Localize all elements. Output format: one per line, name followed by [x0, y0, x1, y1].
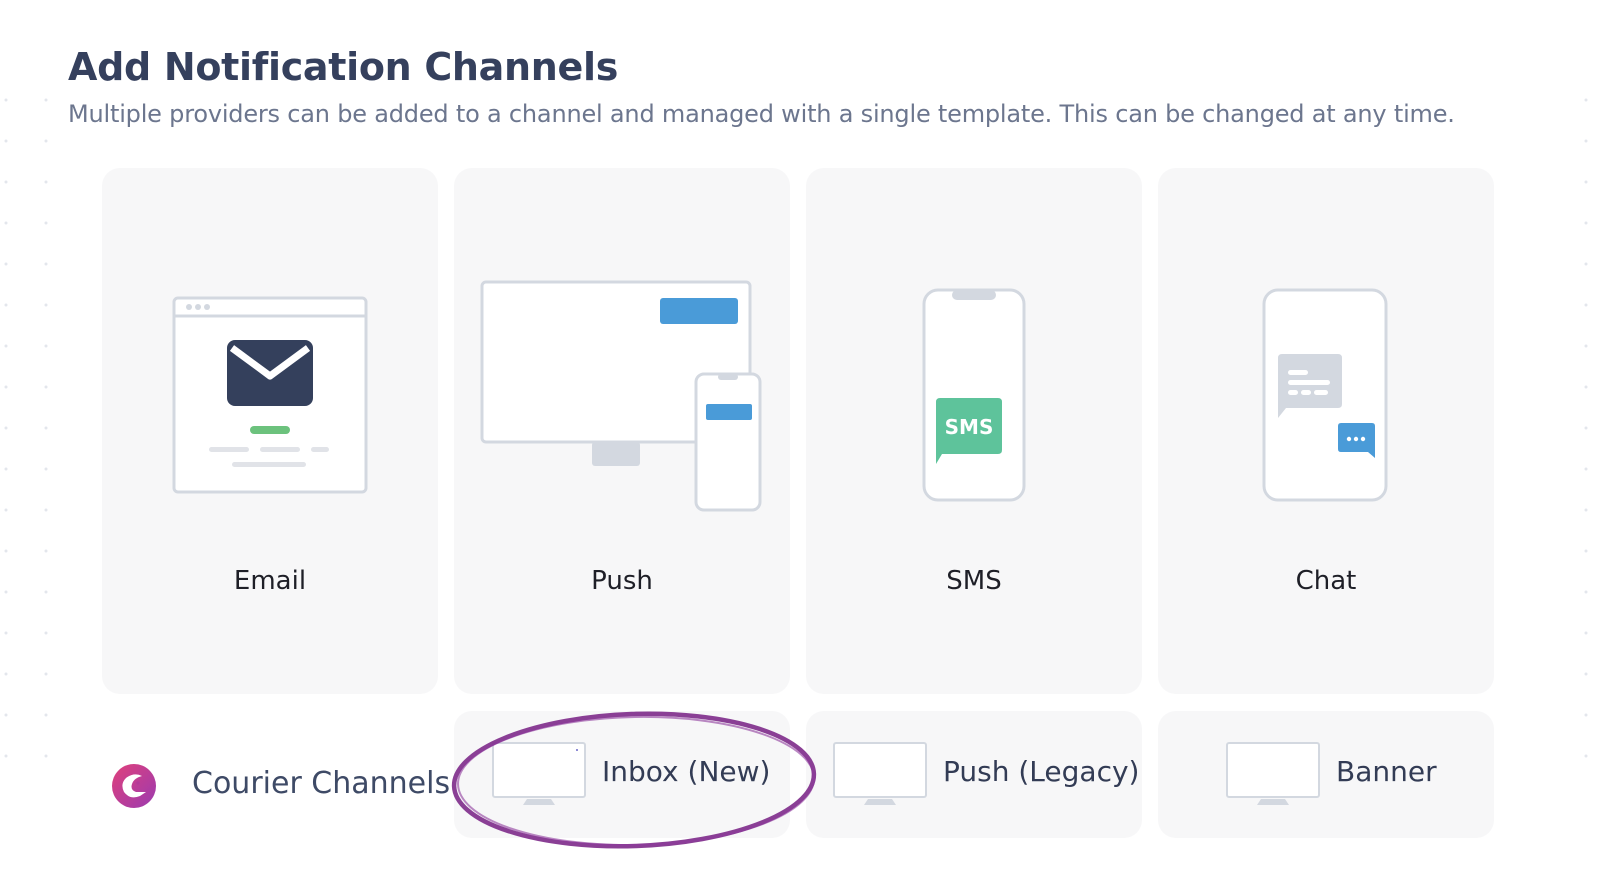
channel-label-chat: Chat	[1295, 566, 1357, 596]
courier-channels-label: Courier Channels	[192, 766, 451, 801]
dot-pattern-left	[0, 90, 60, 790]
channel-card-email[interactable]: Email	[102, 168, 438, 694]
chat-illustration-icon	[1262, 288, 1388, 502]
courier-card-banner-label: Banner	[1336, 755, 1437, 788]
page-subtitle: Multiple providers can be added to a cha…	[68, 100, 1455, 128]
courier-channels-heading: Courier Channels	[110, 760, 450, 820]
channel-label-push: Push	[591, 566, 653, 596]
sms-illustration-icon: SMS	[922, 288, 1026, 502]
channel-card-sms[interactable]: SMS SMS	[806, 168, 1142, 694]
courier-card-push-legacy[interactable]: Push (Legacy)	[806, 711, 1142, 838]
dot-pattern-right	[1580, 90, 1604, 790]
courier-card-push-legacy-label: Push (Legacy)	[943, 755, 1140, 788]
courier-card-inbox[interactable]: Inbox (New)	[454, 711, 790, 838]
push-illustration-icon	[480, 280, 762, 512]
channel-label-email: Email	[233, 566, 307, 596]
courier-card-inbox-label: Inbox (New)	[602, 755, 771, 788]
monitor-icon	[492, 742, 586, 805]
page-title: Add Notification Channels	[68, 45, 619, 89]
channel-card-push[interactable]: Push	[454, 168, 790, 694]
courier-card-banner[interactable]: Banner	[1158, 711, 1494, 838]
sms-bubble-text: SMS	[945, 415, 994, 439]
monitor-icon	[833, 742, 927, 805]
channel-card-chat[interactable]: Chat	[1158, 168, 1494, 694]
email-illustration-icon	[172, 296, 368, 494]
monitor-icon	[1226, 742, 1320, 805]
courier-logo-icon	[112, 764, 156, 808]
channel-label-sms: SMS	[946, 566, 1002, 596]
